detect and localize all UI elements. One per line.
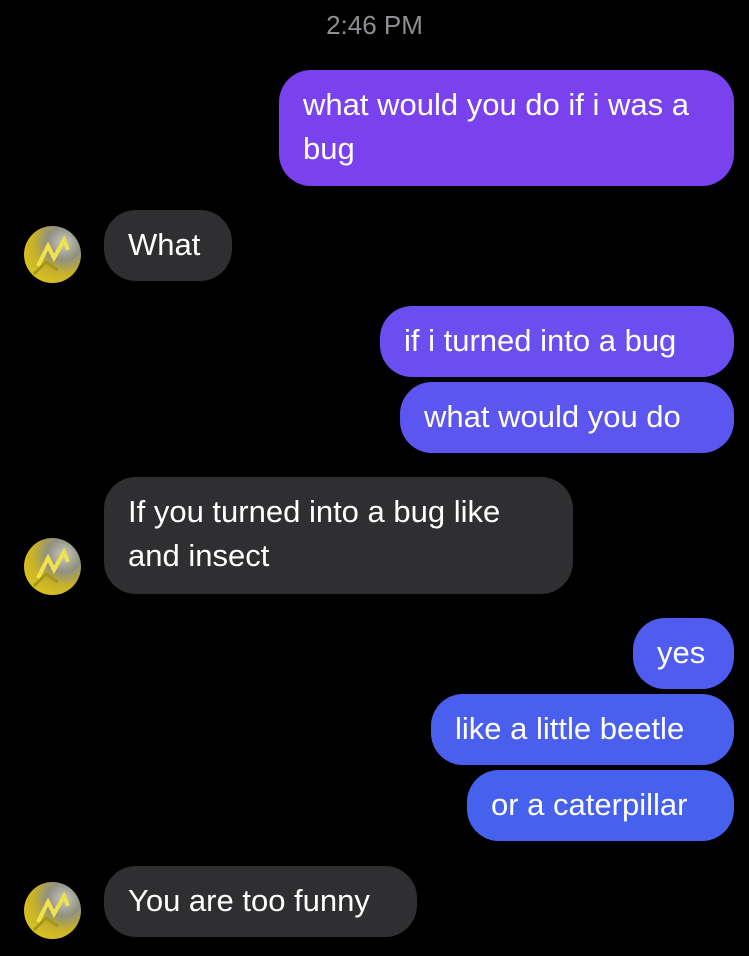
outgoing-message-bubble[interactable]: yes: [633, 618, 734, 689]
contact-avatar-icon[interactable]: [24, 538, 81, 595]
outgoing-message-bubble[interactable]: or a caterpillar: [467, 770, 734, 841]
outgoing-message-bubble[interactable]: if i turned into a bug: [380, 306, 734, 377]
incoming-message-bubble[interactable]: You are too funny: [104, 866, 417, 937]
incoming-message-bubble[interactable]: If you turned into a bug like and insect: [104, 477, 573, 594]
outgoing-message-bubble[interactable]: like a little beetle: [431, 694, 734, 765]
outgoing-message-bubble[interactable]: what would you do if i was a bug: [279, 70, 734, 186]
contact-avatar-icon[interactable]: [24, 882, 81, 939]
chat-thread: 2:46 PM what would you do if i was a bug…: [0, 0, 749, 956]
contact-avatar-icon[interactable]: [24, 226, 81, 283]
outgoing-message-bubble[interactable]: what would you do: [400, 382, 734, 453]
incoming-message-bubble[interactable]: What: [104, 210, 232, 281]
message-timestamp: 2:46 PM: [326, 10, 423, 40]
